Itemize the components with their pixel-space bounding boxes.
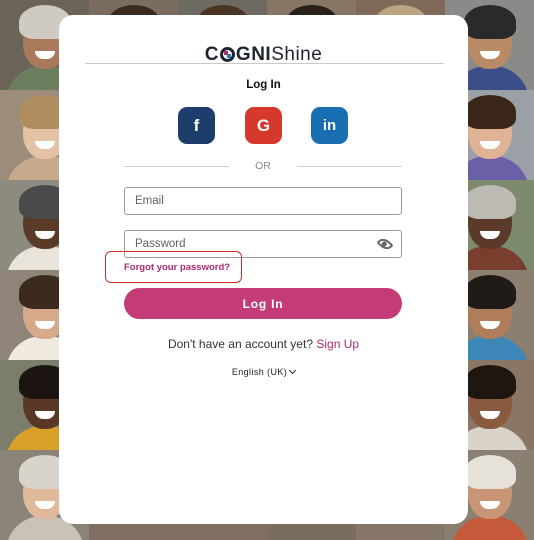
chevron-down-icon xyxy=(289,366,297,375)
linkedin-icon: in xyxy=(322,117,337,134)
header-divider xyxy=(85,63,444,64)
page-title: Log In xyxy=(246,79,281,91)
linkedin-login-button[interactable]: in xyxy=(311,107,348,144)
or-divider: OR xyxy=(124,160,402,174)
google-login-button[interactable]: G xyxy=(245,107,282,144)
signup-prompt-row: Don't have an account yet? Sign Up xyxy=(59,337,468,351)
login-card: CGNIShine Log In f G in OR Forgot your p… xyxy=(59,15,468,524)
email-field-container xyxy=(124,187,402,215)
logo-o-mark xyxy=(219,47,235,62)
signup-prompt: Don't have an account yet? xyxy=(167,337,313,351)
facebook-login-button[interactable]: f xyxy=(178,107,215,144)
forgot-password-link[interactable]: Forgot your password? xyxy=(124,262,230,273)
email-field[interactable] xyxy=(125,188,401,214)
facebook-icon: f xyxy=(193,115,200,135)
signup-link[interactable]: Sign Up xyxy=(316,337,359,351)
language-label: English (UK) xyxy=(231,367,288,377)
language-selector[interactable]: English (UK) xyxy=(59,366,468,377)
google-icon: G xyxy=(256,115,271,135)
divider-line xyxy=(297,166,402,167)
login-button[interactable]: Log In xyxy=(124,288,402,319)
